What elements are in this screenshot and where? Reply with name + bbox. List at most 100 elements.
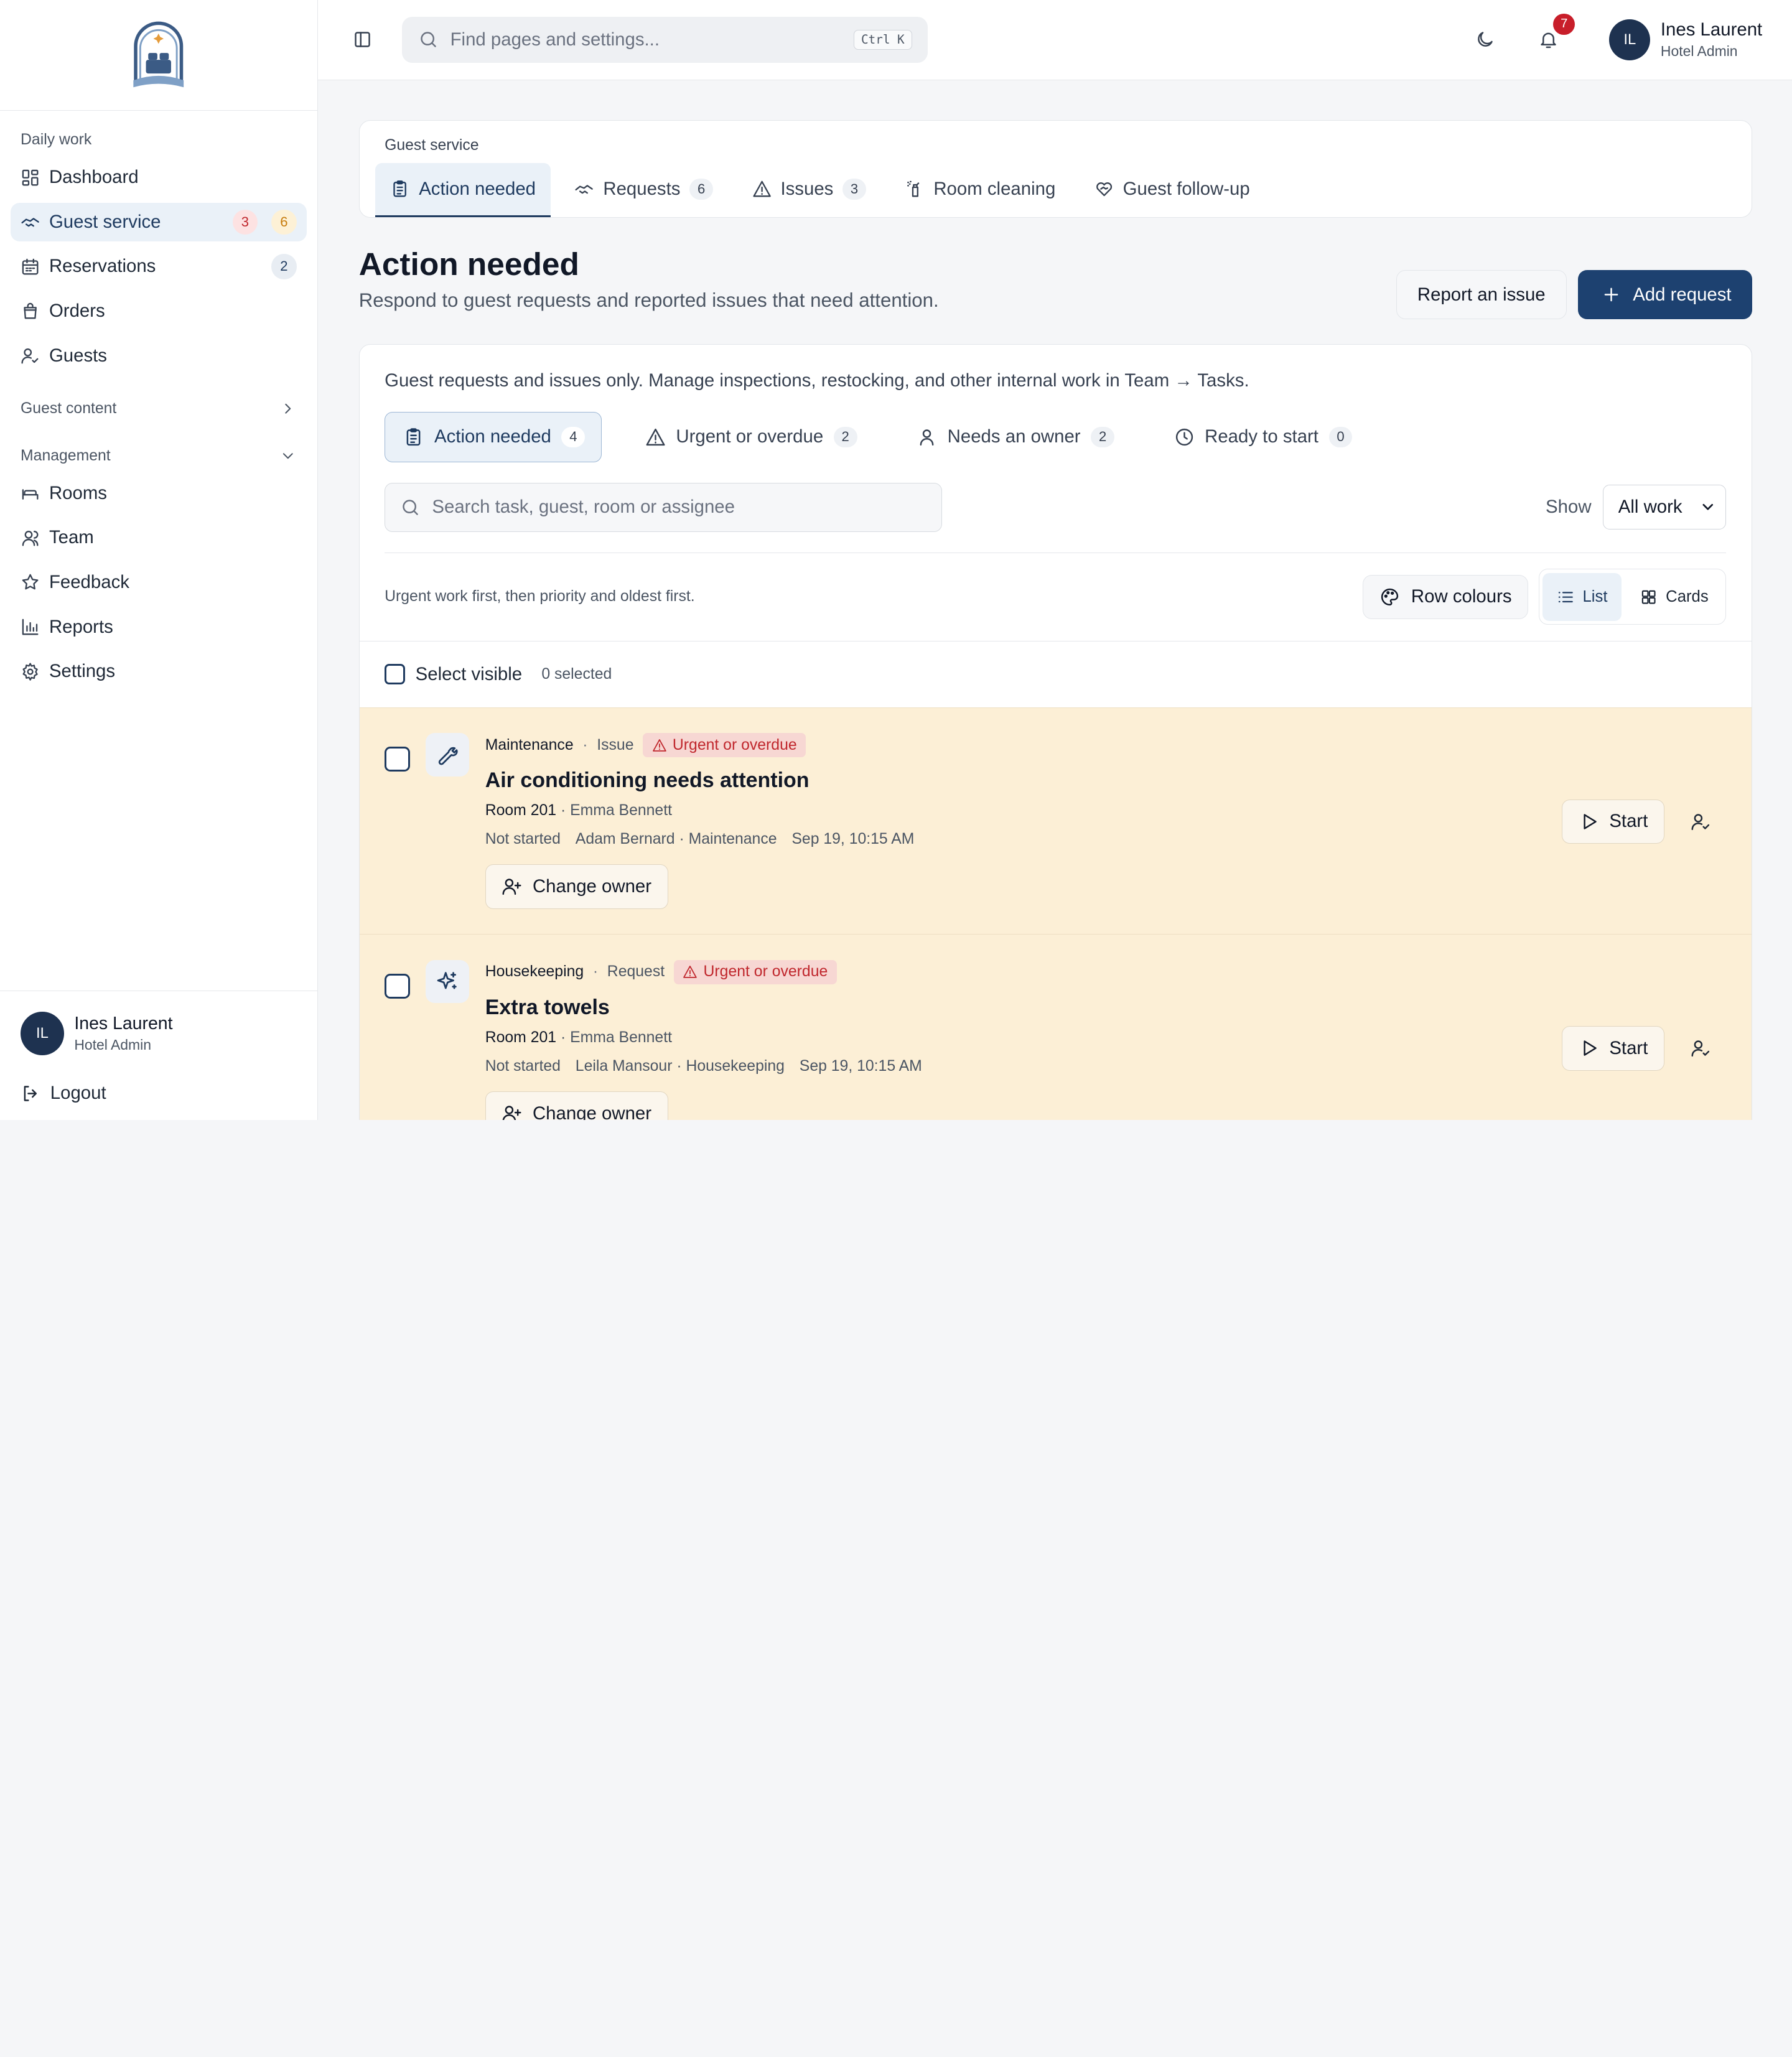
sidebar-item-feedback[interactable]: Feedback [11, 563, 307, 602]
sidebar-item-guests[interactable]: Guests [11, 336, 307, 375]
sidebar-item-rooms[interactable]: Rooms [11, 474, 307, 513]
add-request-button[interactable]: Add request [1578, 270, 1752, 319]
task-title[interactable]: Air conditioning needs attention [485, 768, 1722, 793]
view-toggle: List Cards [1538, 569, 1727, 625]
urgent-badge: Urgent or overdue [673, 959, 837, 984]
view-label: List [1582, 587, 1608, 605]
start-button[interactable]: Start [1562, 1026, 1665, 1071]
nav-section-label: Daily work [21, 131, 92, 149]
global-search-input[interactable]: Find pages and settings... Ctrl K [402, 17, 928, 63]
task-checkbox[interactable] [385, 973, 410, 999]
urgent-count-badge: 3 [232, 209, 258, 235]
sidebar-item-label: Guest service [49, 211, 161, 232]
nav-section-guest-content[interactable]: Guest content [11, 396, 307, 422]
view-cards-button[interactable]: Cards [1626, 573, 1722, 621]
theme-toggle-button[interactable] [1465, 21, 1504, 59]
handshake-icon [21, 212, 40, 231]
change-owner-button[interactable]: Change owner [485, 864, 668, 909]
filter-needs-an-owner[interactable]: Needs an owner 2 [898, 412, 1131, 462]
clipboard-icon [403, 427, 424, 447]
bed-icon [21, 483, 40, 503]
sidebar-footer: IL Ines Laurent Hotel Admin Logout [0, 991, 317, 1120]
start-button[interactable]: Start [1562, 799, 1665, 844]
task-title[interactable]: Extra towels [485, 996, 1722, 1020]
handshake-icon [574, 179, 594, 198]
chevron-down-icon [279, 447, 297, 465]
sidebar-item-dashboard[interactable]: Dashboard [11, 158, 307, 197]
task-room: Room 201 · Emma Bennett [485, 1028, 672, 1046]
show-select[interactable]: All work [1602, 485, 1727, 530]
sidebar-item-orders[interactable]: Orders [11, 292, 307, 330]
task-actions: Start [1562, 1026, 1722, 1071]
sidebar-item-label: Reports [49, 616, 113, 637]
sidebar-item-reservations[interactable]: Reservations 2 [11, 247, 307, 286]
logout-icon [21, 1083, 41, 1104]
hotel-bed-logo-icon[interactable] [129, 19, 189, 92]
user-menu[interactable]: IL Ines Laurent Hotel Admin [1609, 19, 1762, 60]
tab-requests[interactable]: Requests 6 [560, 163, 728, 217]
filter-urgent-or-overdue[interactable]: Urgent or overdue 2 [627, 412, 873, 462]
task-search-input[interactable]: Search task, guest, room or assignee [385, 482, 943, 532]
sidebar-item-settings[interactable]: Settings [11, 652, 307, 691]
view-controls: Row colours List Cards [1362, 569, 1727, 625]
user-name: Ines Laurent [74, 1014, 173, 1034]
filter-ready-to-start[interactable]: Ready to start 0 [1155, 412, 1368, 462]
search-icon [418, 29, 439, 50]
task-row[interactable]: Maintenance · Issue Urgent or overdue Ai… [359, 707, 1752, 935]
tab-action-needed[interactable]: Action needed [375, 163, 551, 217]
button-label: Change owner [532, 1103, 652, 1120]
tab-guest-follow-up[interactable]: Guest follow-up [1080, 163, 1265, 217]
section-tabs: Action needed Requests 6 Issues 3 Room c… [375, 163, 1735, 217]
logout-button[interactable]: Logout [21, 1083, 297, 1104]
search-placeholder: Find pages and settings... [450, 29, 660, 50]
task-actions: Start [1562, 799, 1722, 844]
button-label: Row colours [1411, 586, 1512, 607]
task-department: Maintenance [485, 736, 574, 753]
assign-to-me-button[interactable] [1681, 1028, 1722, 1069]
notification-count-badge: 7 [1553, 13, 1575, 35]
play-icon [1579, 1038, 1599, 1058]
tab-label: Action needed [419, 178, 536, 199]
task-checkbox[interactable] [385, 747, 410, 772]
tab-issues[interactable]: Issues 3 [737, 163, 881, 217]
user-role: Hotel Admin [1660, 43, 1738, 60]
notifications-button[interactable]: 7 [1529, 13, 1575, 59]
sidebar-item-label: Reservations [49, 256, 156, 277]
change-owner-button[interactable]: Change owner [485, 1091, 668, 1120]
dashboard-icon [21, 168, 40, 187]
nav-section-management[interactable]: Management [11, 443, 307, 470]
row-colours-button[interactable]: Row colours [1362, 574, 1529, 620]
user-check-icon [1691, 811, 1711, 832]
sidebar-item-guest-service[interactable]: Guest service 3 6 [10, 202, 307, 241]
task-room: Room 201 · Emma Bennett [485, 802, 672, 819]
sidebar-item-label: Team [49, 527, 94, 548]
wrench-icon [436, 744, 459, 767]
tab-room-cleaning[interactable]: Room cleaning [890, 163, 1071, 217]
sidebar-toggle-button[interactable] [343, 21, 381, 59]
sidebar-toggle-icon [352, 29, 373, 50]
alert-triangle-icon [652, 738, 667, 753]
view-list-button[interactable]: List [1542, 572, 1622, 621]
sidebar-item-label: Orders [49, 300, 105, 321]
select-visible-checkbox[interactable] [385, 664, 406, 685]
task-type-icon [426, 733, 469, 777]
sidebar-item-label: Rooms [49, 482, 107, 503]
sidebar-item-team[interactable]: Team [11, 518, 307, 557]
sparkles-icon [436, 970, 459, 993]
select-visible-label[interactable]: Select visible [416, 664, 522, 685]
task-assignee: Leila Mansour · Housekeeping [575, 1058, 785, 1075]
user-plus-icon [502, 876, 522, 897]
report-issue-button[interactable]: Report an issue [1396, 270, 1567, 319]
button-label: Change owner [532, 875, 652, 897]
tab-label: Issues [780, 178, 834, 199]
button-label: Start [1609, 1037, 1648, 1058]
task-row[interactable]: Housekeeping · Request Urgent or overdue… [359, 934, 1752, 1120]
show-label: Show [1546, 497, 1592, 518]
sidebar-item-reports[interactable]: Reports [11, 607, 307, 646]
assign-to-me-button[interactable] [1681, 801, 1722, 842]
user-check-icon [1691, 1038, 1711, 1058]
user-role: Hotel Admin [74, 1037, 152, 1053]
calendar-icon [21, 257, 40, 276]
filter-action-needed[interactable]: Action needed 4 [385, 411, 602, 462]
sidebar-user[interactable]: IL Ines Laurent Hotel Admin [21, 1012, 297, 1056]
